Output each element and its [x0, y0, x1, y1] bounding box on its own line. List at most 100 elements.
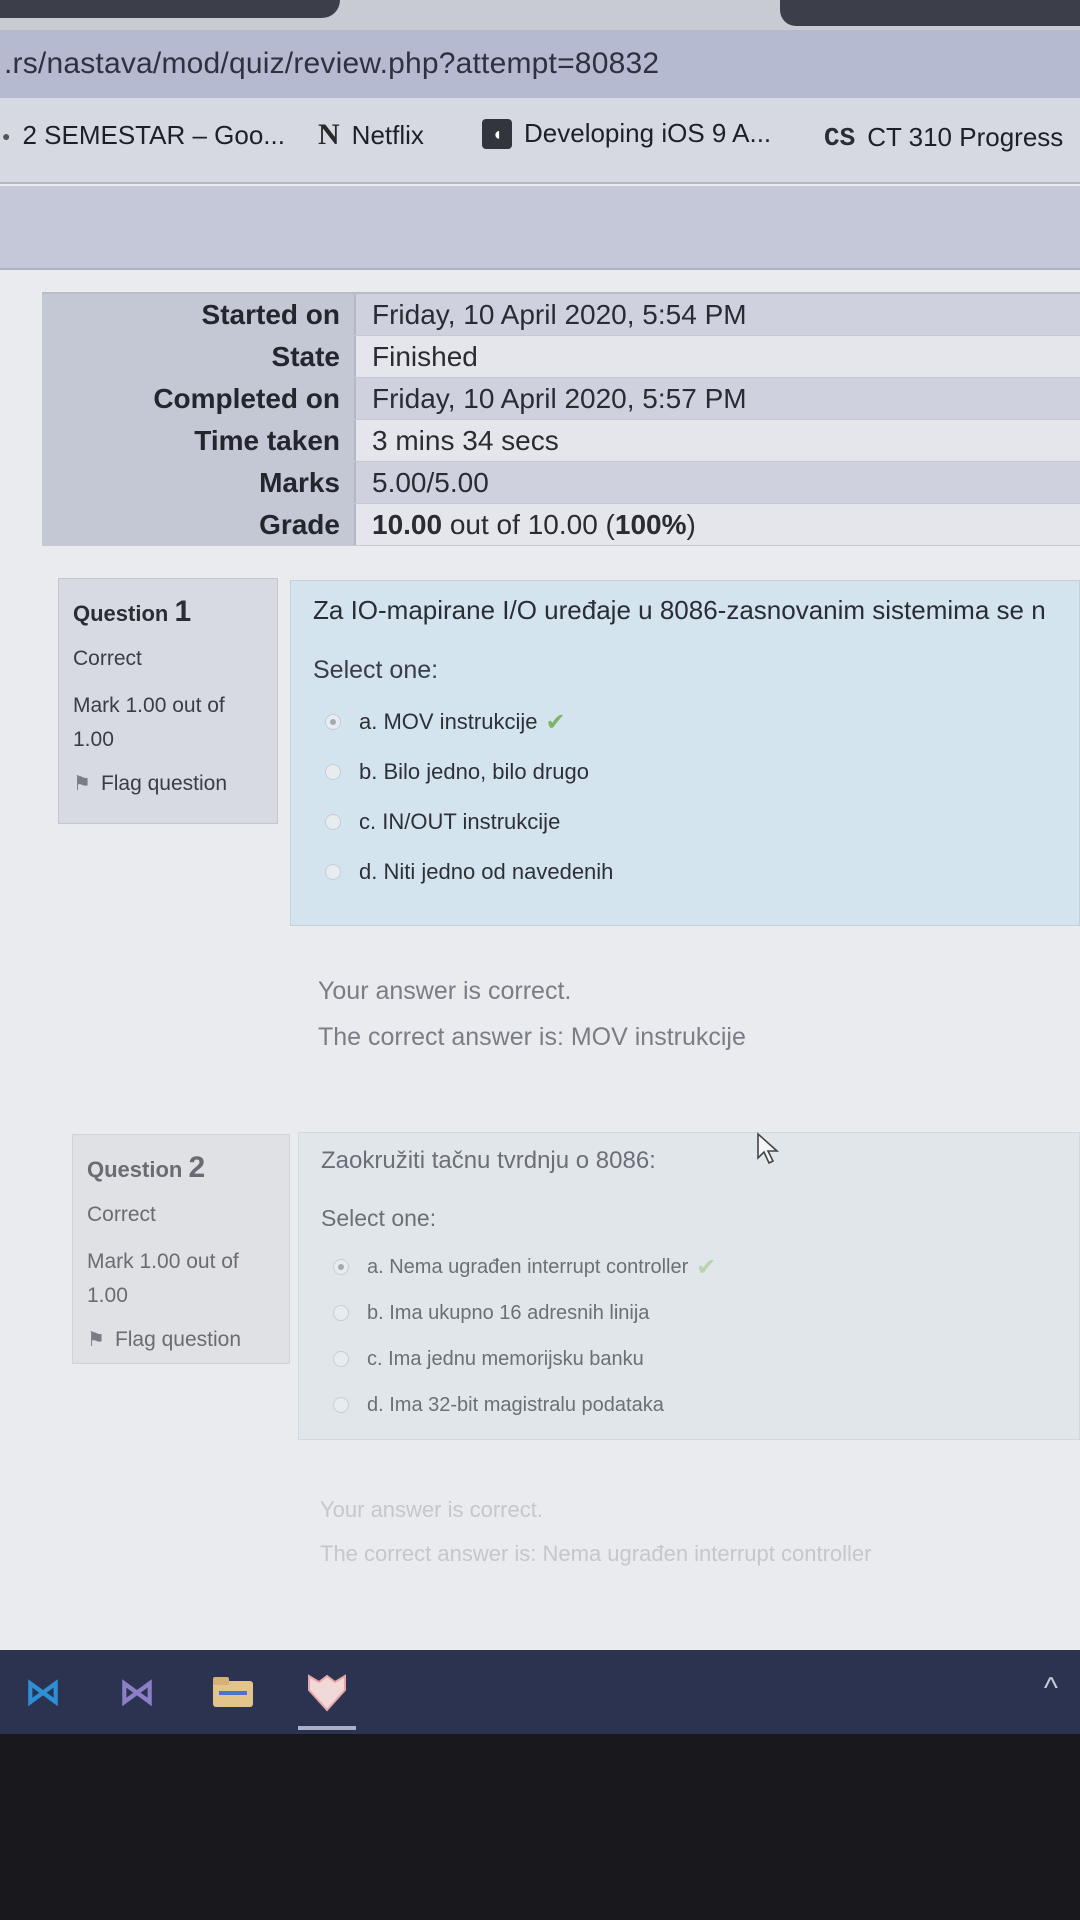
summary-row: Completed on Friday, 10 April 2020, 5:57…	[42, 378, 1080, 420]
answer-option-b[interactable]: b. Bilo jedno, bilo drugo	[313, 747, 1057, 797]
answer-option-c[interactable]: c. Ima jednu memorijsku banku	[321, 1336, 1057, 1382]
itunes-icon: ◖	[482, 118, 512, 149]
summary-row: Started on Friday, 10 April 2020, 5:54 P…	[42, 294, 1080, 336]
quiz-summary-table: Started on Friday, 10 April 2020, 5:54 P…	[42, 292, 1080, 546]
radio-button[interactable]	[333, 1305, 349, 1321]
radio-button[interactable]	[325, 764, 341, 780]
address-bar[interactable]: .rs/nastava/mod/quiz/review.php?attempt=…	[0, 30, 1080, 98]
bookmarks-bar: ● 2 SEMESTAR – Goo... N Netflix ◖ Develo…	[0, 98, 1080, 184]
question-number: Question 1	[73, 595, 263, 629]
answer-option-c[interactable]: c. IN/OUT instrukcije	[313, 797, 1057, 847]
answer-label: b. Ima ukupno 16 adresnih linija	[367, 1301, 650, 1324]
grade-close-paren: )	[686, 508, 696, 540]
grade-value: 10.00 out of 10.00 (100%)	[356, 509, 696, 541]
browser-tab[interactable]	[780, 0, 1080, 26]
question-mark: Mark 1.00 out of 1.00	[87, 1250, 239, 1307]
summary-key: Time taken	[42, 420, 356, 461]
netflix-icon: N	[318, 118, 340, 151]
grade-score: 10.00	[372, 508, 443, 540]
bookmark-label: CT 310 Progress	[867, 122, 1064, 152]
dot-icon: ●	[2, 127, 11, 144]
question-num: 1	[174, 595, 192, 628]
file-explorer-icon[interactable]	[208, 1668, 258, 1716]
summary-key: State	[42, 336, 356, 377]
flag-icon: ⚑	[87, 1329, 105, 1351]
browser-window: .rs/nastava/mod/quiz/review.php?attempt=…	[0, 0, 1080, 1650]
checkmark-icon: ✔	[545, 708, 566, 736]
bookmark-2-semestar[interactable]: ● 2 SEMESTAR – Goo...	[2, 120, 285, 151]
answer-label: d. Niti jedno od navedenih	[359, 859, 614, 884]
bookmark-label: Developing iOS 9 A...	[524, 118, 772, 148]
question-info-2: Question 2 Correct Mark 1.00 out of 1.00…	[72, 1134, 290, 1364]
browser-tab[interactable]	[0, 0, 340, 18]
answer-label: a. Nema ugrađen interrupt controller	[367, 1255, 689, 1278]
bookmark-ct-310[interactable]: CS CT 310 Progress	[824, 122, 1063, 153]
radio-button[interactable]	[325, 714, 341, 730]
summary-value: 5.00/5.00	[372, 466, 489, 498]
answer-label: c. Ima jednu memorijsku banku	[367, 1347, 644, 1370]
visual-studio-icon[interactable]: ⋈	[112, 1668, 162, 1716]
answer-option-b[interactable]: b. Ima ukupno 16 adresnih linija	[321, 1290, 1057, 1336]
active-app-indicator	[298, 1726, 356, 1730]
summary-key: Started on	[42, 294, 356, 335]
radio-button[interactable]	[333, 1351, 349, 1367]
answer-label: a. MOV instrukcije	[359, 709, 538, 734]
answer-label: d. Ima 32-bit magistralu podataka	[367, 1393, 664, 1416]
answer-list: a. Nema ugrađen interrupt controller ✔ b…	[321, 1244, 1057, 1428]
question-state: Correct	[73, 647, 142, 670]
radio-button[interactable]	[333, 1397, 349, 1413]
question-text: Zaokružiti tačnu tvrdnju o 8086:	[321, 1147, 656, 1174]
page-header	[0, 186, 1080, 270]
answer-option-d[interactable]: d. Ima 32-bit magistralu podataka	[321, 1382, 1057, 1428]
answer-label: b. Bilo jedno, bilo drugo	[359, 759, 589, 784]
summary-row: State Finished	[42, 336, 1080, 378]
question-mark: Mark 1.00 out of 1.00	[73, 694, 225, 751]
radio-button[interactable]	[325, 814, 341, 830]
grade-percent: 100%	[614, 508, 687, 540]
question-label: Question	[87, 1157, 183, 1182]
summary-key: Completed on	[42, 378, 356, 419]
radio-button[interactable]	[333, 1259, 349, 1275]
question-state: Correct	[87, 1203, 156, 1226]
question-info-1: Question 1 Correct Mark 1.00 out of 1.00…	[58, 578, 278, 824]
summary-value: Friday, 10 April 2020, 5:57 PM	[372, 382, 747, 414]
question-number: Question 2	[87, 1151, 275, 1185]
bookmark-developing-ios[interactable]: ◖ Developing iOS 9 A...	[482, 118, 771, 149]
summary-key: Grade	[42, 504, 356, 545]
grade-out-of: out of 10.00 (	[442, 508, 615, 540]
question-content-2: Zaokružiti tačnu tvrdnju o 8086: Select …	[298, 1132, 1080, 1440]
feedback-answer: The correct answer is: Nema ugrađen inte…	[320, 1541, 872, 1566]
answer-option-d[interactable]: d. Niti jedno od navedenih	[313, 847, 1057, 897]
feedback-correct: Your answer is correct.	[318, 977, 572, 1005]
summary-key: Marks	[42, 462, 356, 503]
url-text: .rs/nastava/mod/quiz/review.php?attempt=…	[4, 47, 660, 80]
summary-row: Marks 5.00/5.00	[42, 462, 1080, 504]
question-text: Za IO-mapirane I/O uređaje u 8086-zasnov…	[313, 595, 1046, 625]
answer-option-a[interactable]: a. MOV instrukcije ✔	[313, 697, 1057, 747]
radio-button[interactable]	[325, 864, 341, 880]
tab-strip	[0, 0, 1080, 30]
heart-app-icon[interactable]	[302, 1668, 352, 1716]
flag-label: Flag question	[100, 771, 228, 795]
select-one-prompt: Select one:	[313, 656, 439, 684]
answer-list: a. MOV instrukcije ✔ b. Bilo jedno, bilo…	[313, 697, 1057, 897]
feedback-answer: The correct answer is: MOV instrukcije	[318, 1023, 746, 1051]
tray-expand-icon[interactable]: ^	[1044, 1672, 1058, 1706]
bookmark-netflix[interactable]: N Netflix	[318, 118, 424, 152]
bookmark-label: Netflix	[351, 119, 424, 150]
bookmark-label: 2 SEMESTAR – Goo...	[22, 120, 285, 150]
question-content-1: Za IO-mapirane I/O uređaje u 8086-zasnov…	[290, 580, 1080, 926]
checkmark-icon: ✔	[696, 1253, 717, 1281]
answer-option-a[interactable]: a. Nema ugrađen interrupt controller ✔	[321, 1244, 1057, 1290]
flag-icon: ⚑	[73, 773, 91, 795]
answer-label: c. IN/OUT instrukcije	[359, 809, 561, 834]
taskbar: ⋈ ⋈ ^	[0, 1650, 1080, 1734]
summary-value: Friday, 10 April 2020, 5:54 PM	[372, 298, 747, 330]
vscode-icon[interactable]: ⋈	[18, 1668, 68, 1716]
flag-question-link[interactable]: ⚑ Flag question	[87, 1327, 275, 1352]
flag-label: Flag question	[114, 1327, 242, 1351]
feedback-correct: Your answer is correct.	[320, 1497, 543, 1522]
question-feedback-1: Your answer is correct. The correct answ…	[318, 968, 746, 1060]
summary-row-grade: Grade 10.00 out of 10.00 (100%)	[42, 504, 1080, 546]
flag-question-link[interactable]: ⚑ Flag question	[73, 771, 263, 796]
